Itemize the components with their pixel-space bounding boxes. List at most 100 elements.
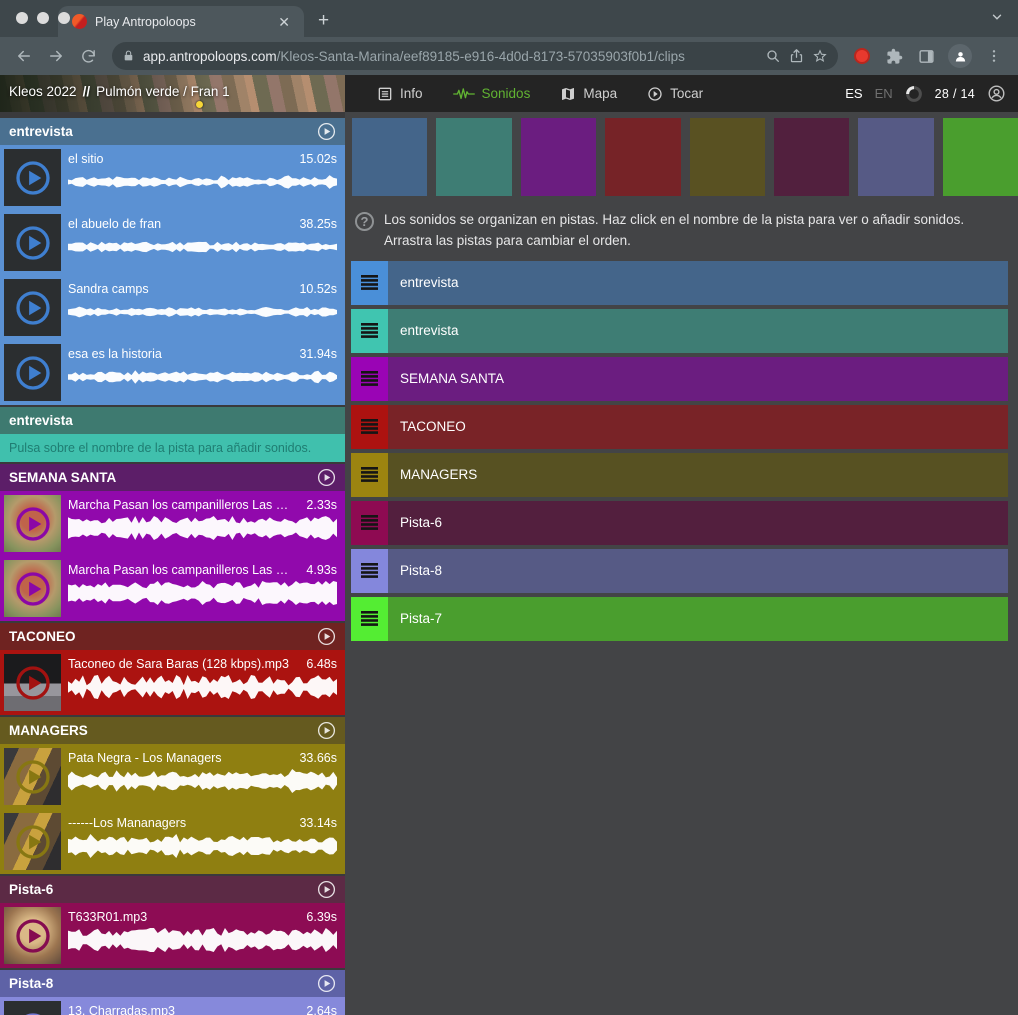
track-header[interactable]: entrevista [0, 407, 345, 434]
project-cover-map[interactable]: Kleos 2022//Pulmón verde / Fran 1 [0, 75, 345, 112]
play-icon [13, 916, 53, 956]
track-header[interactable]: Pista-8 [0, 970, 345, 997]
color-swatch[interactable] [943, 118, 1018, 196]
track-bar[interactable]: Pista-6 [388, 501, 1008, 545]
clip-row[interactable]: el sitio15.02s [0, 145, 345, 210]
waveform [68, 299, 337, 325]
track-name: entrevista [9, 413, 336, 428]
drag-handle[interactable] [351, 597, 388, 641]
clip-row[interactable]: Sandra camps10.52s [0, 275, 345, 340]
track-header[interactable]: MANAGERS [0, 717, 345, 744]
track-bar[interactable]: Pista-7 [388, 597, 1008, 641]
clip-row[interactable]: Taconeo de Sara Baras (128 kbps).mp36.48… [0, 650, 345, 715]
tab-close-icon[interactable]: ✕ [274, 13, 294, 31]
clip-row[interactable]: 13. Charradas.mp32.64s [0, 997, 345, 1015]
track-header[interactable]: TACONEO [0, 623, 345, 650]
close-window-button[interactable] [16, 12, 28, 24]
project-breadcrumb: Kleos 2022//Pulmón verde / Fran 1 [9, 84, 230, 99]
share-icon[interactable] [789, 48, 804, 64]
color-swatch[interactable] [521, 118, 596, 196]
clip-row[interactable]: el abuelo de fran38.25s [0, 210, 345, 275]
color-swatch[interactable] [690, 118, 765, 196]
back-icon[interactable] [10, 42, 38, 70]
clip-thumbnail[interactable] [4, 654, 61, 711]
track-bar[interactable]: TACONEO [388, 405, 1008, 449]
address-bar[interactable]: app.antropoloops.com/Kleos-Santa-Marina/… [112, 42, 838, 70]
color-swatch[interactable] [352, 118, 427, 196]
clip-thumbnail[interactable] [4, 495, 61, 552]
bookmark-star-icon[interactable] [812, 48, 828, 64]
track-name: MANAGERS [9, 723, 317, 738]
clip-thumbnail[interactable] [4, 344, 61, 401]
clip-thumbnail[interactable] [4, 560, 61, 617]
reload-icon[interactable] [74, 42, 102, 70]
hamburger-icon [361, 515, 378, 530]
drag-handle[interactable] [351, 357, 388, 401]
tab-info[interactable]: Info [369, 80, 431, 108]
clip-row[interactable]: ------Los Mananagers33.14s [0, 809, 345, 874]
track-play-button[interactable] [317, 974, 336, 993]
clip-thumbnail[interactable] [4, 279, 61, 336]
clip-row[interactable]: Pata Negra - Los Managers33.66s [0, 744, 345, 809]
clip-row[interactable]: T633R01.mp36.39s [0, 903, 345, 968]
tab-tocar-label: Tocar [670, 86, 703, 101]
side-panel-icon[interactable] [912, 42, 940, 70]
tab-sonidos[interactable]: Sonidos [445, 80, 539, 108]
maximize-window-button[interactable] [58, 12, 70, 24]
lang-en-button[interactable]: EN [875, 86, 893, 101]
track-bar[interactable]: entrevista [388, 261, 1008, 305]
clip-thumbnail[interactable] [4, 813, 61, 870]
forward-icon[interactable] [42, 42, 70, 70]
drag-handle[interactable] [351, 261, 388, 305]
tab-mapa[interactable]: Mapa [552, 80, 625, 108]
track-header[interactable]: entrevista [0, 118, 345, 145]
track-play-button[interactable] [317, 880, 336, 899]
color-swatch[interactable] [605, 118, 680, 196]
clip-thumbnail[interactable] [4, 214, 61, 271]
minimize-window-button[interactable] [37, 12, 49, 24]
clip-row[interactable]: Marcha Pasan los campanilleros Las Mejor… [0, 556, 345, 621]
color-swatch[interactable] [774, 118, 849, 196]
account-icon[interactable] [987, 84, 1006, 103]
tab-tocar[interactable]: Tocar [639, 80, 711, 108]
tab-title: Play Antropoloops [95, 15, 266, 29]
track-bar[interactable]: entrevista [388, 309, 1008, 353]
extensions-puzzle-icon[interactable] [880, 42, 908, 70]
track-play-button[interactable] [317, 627, 336, 646]
lang-es-button[interactable]: ES [845, 86, 862, 101]
sidebar-track-entrevista-blue: entrevista el sitio15.02s el abuelo de f… [0, 118, 345, 405]
clip-row[interactable]: Marcha Pasan los campanilleros Las Mejor… [0, 491, 345, 556]
drag-handle[interactable] [351, 501, 388, 545]
drag-handle[interactable] [351, 453, 388, 497]
track-bar[interactable]: MANAGERS [388, 453, 1008, 497]
browser-menu-kebab-icon[interactable] [980, 42, 1008, 70]
clip-row[interactable]: esa es la historia31.94s [0, 340, 345, 405]
drag-handle[interactable] [351, 309, 388, 353]
sidebar-track-managers: MANAGERS Pata Negra - Los Managers33.66s… [0, 717, 345, 874]
track-bar[interactable]: Pista-8 [388, 549, 1008, 593]
track-header[interactable]: SEMANA SANTA [0, 464, 345, 491]
app-nav: Info Sonidos Mapa Tocar [345, 80, 845, 108]
track-play-button[interactable] [317, 122, 336, 141]
track-header[interactable]: Pista-6 [0, 876, 345, 903]
waveform [68, 674, 337, 700]
clip-thumbnail[interactable] [4, 1001, 61, 1015]
clip-thumbnail[interactable] [4, 149, 61, 206]
macos-window-controls[interactable] [16, 12, 70, 24]
tab-search-chevron-icon[interactable] [990, 10, 1004, 29]
drag-handle[interactable] [351, 549, 388, 593]
drag-handle[interactable] [351, 405, 388, 449]
color-swatch[interactable] [858, 118, 933, 196]
project-title: Kleos 2022 [9, 84, 77, 99]
clip-thumbnail[interactable] [4, 907, 61, 964]
new-tab-button[interactable]: + [318, 10, 329, 32]
color-swatch[interactable] [436, 118, 511, 196]
track-play-button[interactable] [317, 721, 336, 740]
browser-profile-avatar[interactable] [948, 44, 972, 68]
zoom-search-icon[interactable] [765, 48, 781, 64]
track-bar[interactable]: SEMANA SANTA [388, 357, 1008, 401]
record-extension-icon[interactable] [854, 48, 870, 64]
browser-tab[interactable]: Play Antropoloops ✕ [58, 6, 304, 37]
clip-thumbnail[interactable] [4, 748, 61, 805]
track-play-button[interactable] [317, 468, 336, 487]
